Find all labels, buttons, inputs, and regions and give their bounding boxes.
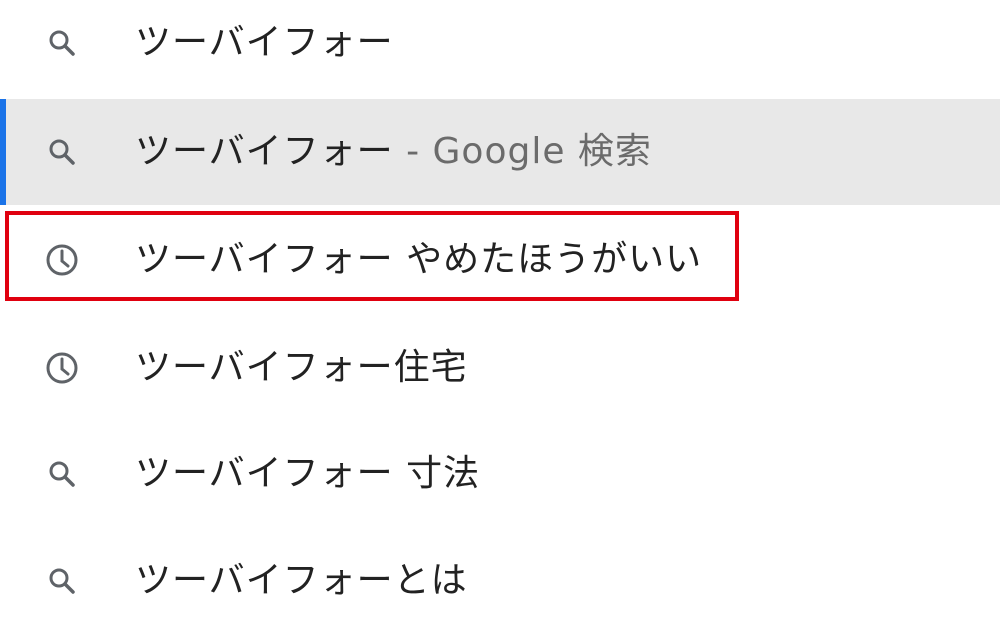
suggestion-text: ツーバイフォー 寸法 <box>135 453 481 494</box>
suggestion-label: ツーバイフォー やめたほうがいい <box>135 240 702 280</box>
search-icon <box>42 561 82 601</box>
suggestion-text: ツーバイフォーとは <box>135 560 468 601</box>
suggestion-text: ツーバイフォー住宅 <box>135 347 468 388</box>
suggestion-item[interactable]: ツーバイフォー住宅 <box>0 315 1000 421</box>
suggestion-item[interactable]: ツーバイフォーとは <box>0 528 1000 634</box>
suggestion-suffix: - Google 検索 <box>393 131 652 172</box>
suggestion-label: ツーバイフォー - Google 検索 <box>135 132 652 172</box>
suggestion-list: ツーバイフォー ツーバイフォー - Google 検索 ツーバイフォー やめたほ… <box>0 0 1000 642</box>
history-icon <box>42 240 82 280</box>
suggestion-label: ツーバイフォーとは <box>135 561 468 601</box>
history-icon <box>42 348 82 388</box>
suggestion-text: ツーバイフォー やめたほうがいい <box>135 239 703 280</box>
search-icon <box>42 454 82 494</box>
suggestion-text: ツーバイフォー <box>135 22 394 63</box>
suggestion-item[interactable]: ツーバイフォー やめたほうがいい <box>0 207 1000 313</box>
search-icon <box>42 132 82 172</box>
suggestion-text: ツーバイフォー <box>135 131 394 172</box>
selection-indicator <box>0 99 6 205</box>
suggestion-item[interactable]: ツーバイフォー <box>0 0 1000 96</box>
suggestion-label: ツーバイフォー住宅 <box>135 348 468 388</box>
suggestion-item[interactable]: ツーバイフォー 寸法 <box>0 421 1000 527</box>
suggestion-label: ツーバイフォー 寸法 <box>135 454 480 494</box>
suggestion-item-selected[interactable]: ツーバイフォー - Google 検索 <box>0 99 1000 205</box>
search-icon <box>42 23 82 63</box>
suggestion-label: ツーバイフォー <box>135 23 394 63</box>
